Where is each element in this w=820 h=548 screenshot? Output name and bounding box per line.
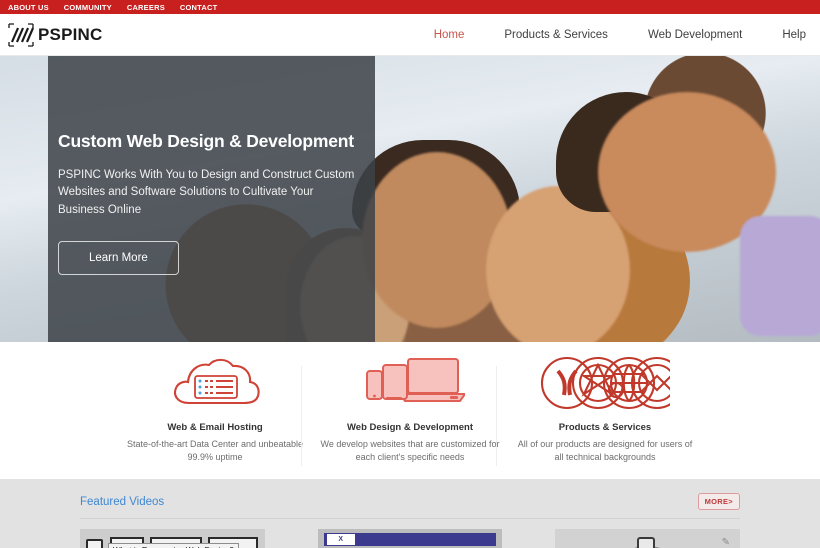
video-tooltip: What is Responsive Web Design?: [108, 543, 239, 548]
feature-description: State-of-the-art Data Center and unbeata…: [126, 439, 304, 463]
featured-videos-section: Featured Videos MORE> What is Responsive…: [0, 479, 820, 548]
learn-more-button[interactable]: Learn More: [58, 241, 179, 276]
topbar-link-contact[interactable]: CONTACT: [180, 3, 218, 12]
feature-card-web-design[interactable]: Web Design & Development We develop webs…: [300, 352, 508, 479]
brand-logo[interactable]: PSPINC: [8, 22, 103, 47]
nav-item-products-services[interactable]: Products & Services: [504, 29, 608, 41]
feature-title: Web Design & Development: [347, 422, 473, 433]
utility-topbar: ABOUT US COMMUNITY CAREERS CONTACT: [0, 0, 820, 14]
topbar-link-community[interactable]: COMMUNITY: [64, 3, 112, 12]
thumbnail-logo: X: [326, 534, 355, 545]
nav-item-web-development[interactable]: Web Development: [648, 29, 742, 41]
featured-videos-header: Featured Videos MORE>: [80, 493, 740, 519]
featured-videos-title: Featured Videos: [80, 495, 165, 508]
topbar-link-careers[interactable]: CAREERS: [127, 3, 165, 12]
hero-title: Custom Web Design & Development: [58, 131, 354, 151]
hero-shirt-decoration: [740, 216, 820, 336]
features-section: Web & Email Hosting State-of-the-art Dat…: [0, 342, 820, 479]
hero-banner: Custom Web Design & Development PSPINC W…: [0, 56, 820, 342]
nav-item-home[interactable]: Home: [434, 29, 465, 41]
cloud-server-icon: [124, 352, 307, 414]
feature-title: Web & Email Hosting: [167, 422, 263, 433]
featured-videos-list: What is Responsive Web Design? X ✎: [80, 519, 741, 548]
feature-description: We develop websites that are customized …: [320, 439, 500, 463]
device-shape: [637, 537, 656, 548]
pspinc-logo-icon: [8, 22, 34, 47]
video-thumbnail-site-settings[interactable]: X: [317, 529, 503, 548]
topbar-link-about-us[interactable]: ABOUT US: [8, 3, 49, 12]
site-header: PSPINC Home Products & Services Web Deve…: [0, 14, 820, 56]
feature-card-hosting[interactable]: Web & Email Hosting State-of-the-art Dat…: [118, 352, 313, 479]
brand-name: PSPINC: [38, 24, 103, 44]
feature-title: Products & Services: [558, 422, 652, 433]
overlapping-circles-icon: [514, 352, 697, 414]
responsive-devices-icon: [319, 352, 502, 414]
video-thumbnail-illustration[interactable]: ✎: [555, 529, 741, 548]
featured-videos-more-button[interactable]: MORE>: [697, 493, 740, 510]
hero-content: Custom Web Design & Development PSPINC W…: [58, 131, 358, 276]
main-navigation: Home Products & Services Web Development…: [434, 29, 810, 41]
device-shape: [86, 539, 103, 548]
video-thumbnail-responsive-web-design[interactable]: What is Responsive Web Design?: [80, 529, 265, 548]
nav-item-help[interactable]: Help: [782, 29, 806, 41]
hero-subtitle: PSPINC Works With You to Design and Cons…: [58, 168, 355, 216]
corner-mark-icon: ✎: [721, 537, 731, 548]
feature-description: All of our products are designed for use…: [517, 439, 693, 463]
feature-card-products-services[interactable]: Products & Services All of our products …: [495, 352, 703, 479]
